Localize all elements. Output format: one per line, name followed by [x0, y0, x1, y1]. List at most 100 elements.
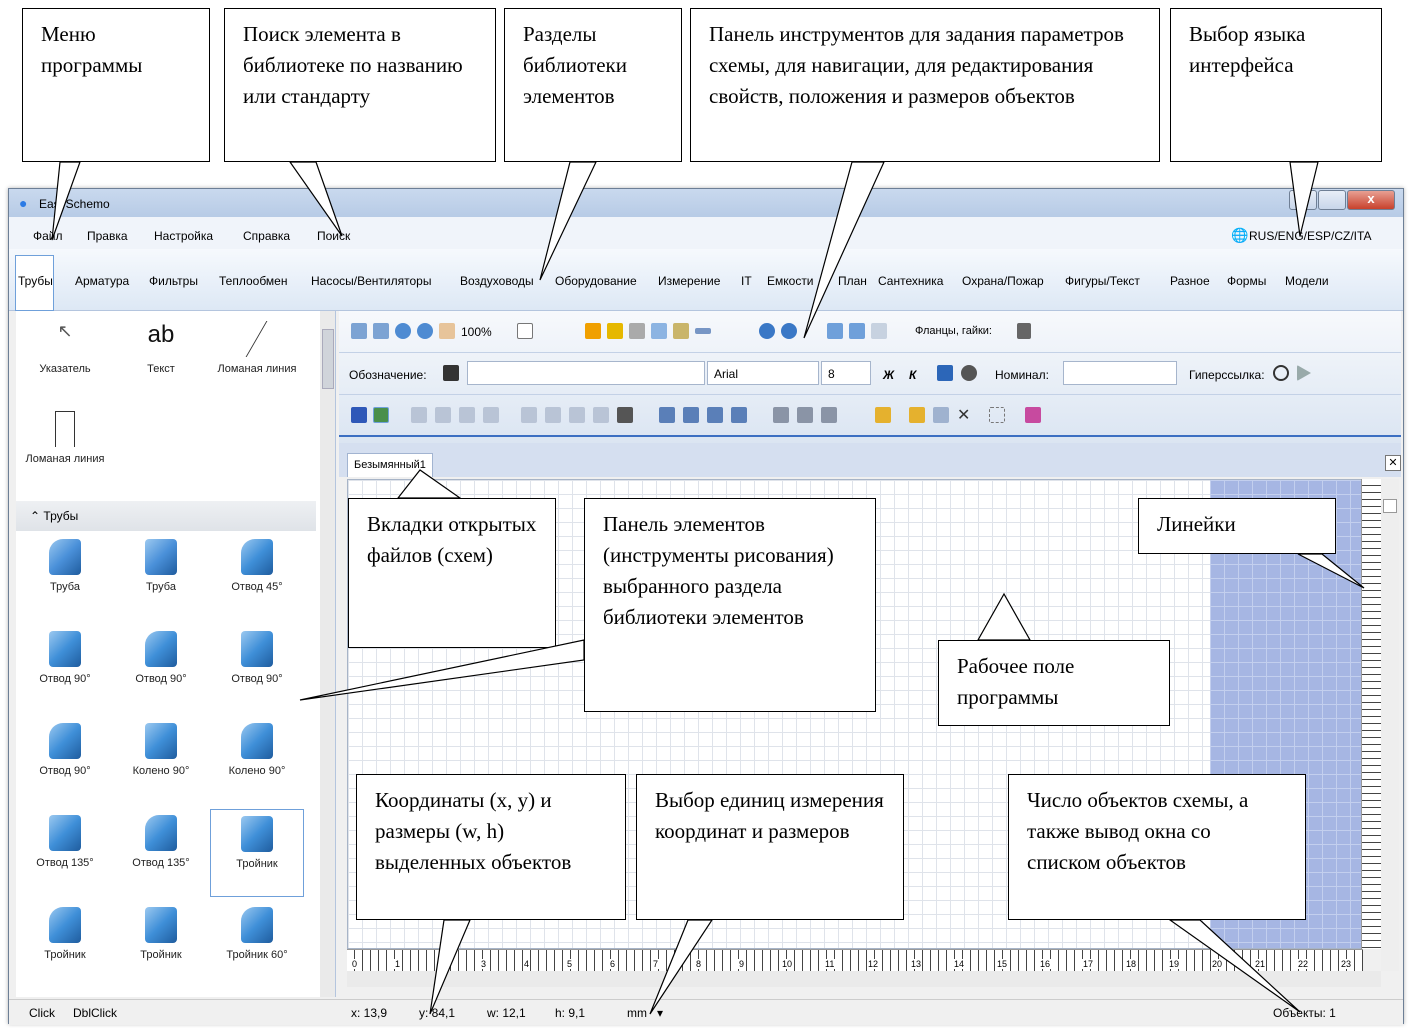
- group-header[interactable]: ⌃ Трубы: [16, 501, 316, 531]
- play-icon[interactable]: [1297, 365, 1311, 381]
- zoom-in-icon[interactable]: [395, 323, 411, 339]
- units-selector[interactable]: mm: [627, 1006, 647, 1020]
- select-icon[interactable]: [989, 407, 1005, 423]
- zoom-out-icon[interactable]: [417, 323, 433, 339]
- align-left-icon[interactable]: [411, 407, 427, 423]
- same-width-icon[interactable]: [569, 407, 585, 423]
- font-size-select[interactable]: 8: [821, 361, 871, 385]
- element-item[interactable]: Отвод 45°: [210, 539, 304, 593]
- delete-icon[interactable]: ✕: [957, 405, 973, 424]
- same-height-icon[interactable]: [593, 407, 609, 423]
- menu-settings[interactable]: Настройка: [154, 229, 213, 243]
- paste-format-icon[interactable]: [909, 407, 925, 423]
- menu-help[interactable]: Справка: [243, 229, 290, 243]
- line-style-icon[interactable]: [695, 328, 711, 334]
- font-select[interactable]: Arial: [707, 361, 819, 385]
- section-11[interactable]: Сантехника: [878, 274, 943, 288]
- link-icon[interactable]: [1273, 365, 1289, 381]
- section-10[interactable]: План: [838, 274, 867, 288]
- distribute-h-icon[interactable]: [521, 407, 537, 423]
- connect-icon[interactable]: [1025, 407, 1041, 423]
- angle-icon[interactable]: [871, 323, 887, 339]
- snap-grid-icon[interactable]: [373, 407, 389, 423]
- tool-text[interactable]: ab Текст: [114, 321, 208, 375]
- grid-icon[interactable]: [351, 407, 367, 423]
- element-item[interactable]: Тройник: [210, 809, 304, 897]
- flip-v-icon[interactable]: [849, 323, 865, 339]
- zoom-region-icon[interactable]: [373, 323, 389, 339]
- language-selector[interactable]: RUS/ENG/ESP/CZ/ITA: [1249, 229, 1371, 243]
- element-item[interactable]: Труба: [18, 539, 112, 593]
- line-color-icon[interactable]: [607, 323, 623, 339]
- tab-file-1[interactable]: Безымянный1: [347, 453, 433, 477]
- section-12[interactable]: Охрана/Пожар: [962, 274, 1044, 288]
- close-button[interactable]: x: [1347, 190, 1395, 210]
- zoom-fit-icon[interactable]: [351, 323, 367, 339]
- canvas-vertical-scrollbar[interactable]: [1381, 479, 1399, 971]
- section-13[interactable]: Фигуры/Текст: [1065, 274, 1140, 288]
- tool-pointer[interactable]: ↖ Указатель: [18, 321, 112, 375]
- rotate-left-icon[interactable]: [759, 323, 775, 339]
- flange-icon[interactable]: [1017, 323, 1031, 339]
- distribute-v-icon[interactable]: [545, 407, 561, 423]
- bring-front-icon[interactable]: [659, 407, 675, 423]
- element-item[interactable]: Тройник: [18, 907, 112, 961]
- menu-search[interactable]: Поиск: [317, 229, 350, 243]
- numbering-icon[interactable]: [937, 365, 953, 381]
- same-size-icon[interactable]: [617, 407, 633, 423]
- zoom-level[interactable]: 100%: [461, 325, 492, 339]
- section-14[interactable]: Разное: [1170, 274, 1210, 288]
- hand-icon[interactable]: [439, 323, 455, 339]
- element-item[interactable]: Отвод 135°: [114, 815, 208, 869]
- tool-polyline[interactable]: Ломаная линия: [210, 321, 304, 375]
- page-icon[interactable]: [517, 323, 533, 339]
- nominal-input[interactable]: [1063, 361, 1177, 385]
- lock-icon[interactable]: [875, 407, 891, 423]
- section-16[interactable]: Модели: [1285, 274, 1329, 288]
- element-item[interactable]: Труба: [114, 539, 208, 593]
- element-item[interactable]: Колено 90°: [210, 723, 304, 777]
- section-15[interactable]: Формы: [1227, 274, 1266, 288]
- close-tab-icon[interactable]: ✕: [1385, 455, 1401, 471]
- hash-icon[interactable]: [797, 407, 813, 423]
- section-1[interactable]: Арматура: [75, 274, 129, 288]
- menu-file[interactable]: Файл: [33, 229, 63, 243]
- designation-icon[interactable]: [443, 365, 459, 381]
- canvas-horizontal-scrollbar[interactable]: [347, 971, 1381, 987]
- group-icon[interactable]: [821, 407, 837, 423]
- designation-input[interactable]: [467, 361, 705, 385]
- element-item[interactable]: Отвод 90°: [210, 631, 304, 685]
- italic-button[interactable]: К: [909, 368, 916, 382]
- element-item[interactable]: Тройник: [114, 907, 208, 961]
- section-2[interactable]: Фильтры: [149, 274, 198, 288]
- copy-icon[interactable]: [933, 407, 949, 423]
- flip-h-icon[interactable]: [827, 323, 843, 339]
- panel-scrollbar[interactable]: [320, 311, 335, 997]
- maximize-button[interactable]: [1318, 190, 1346, 210]
- fill-icon[interactable]: [585, 323, 601, 339]
- align-bottom-icon[interactable]: [483, 407, 499, 423]
- element-item[interactable]: Отвод 90°: [18, 723, 112, 777]
- objects-count[interactable]: Объекты: 1: [1273, 1006, 1336, 1020]
- element-item[interactable]: Колено 90°: [114, 723, 208, 777]
- tool-polyline-ortho[interactable]: Ломаная линия: [18, 411, 112, 465]
- section-7[interactable]: Измерение: [658, 274, 720, 288]
- shadow-icon[interactable]: [651, 323, 667, 339]
- anchor-icon[interactable]: [773, 407, 789, 423]
- rotate-right-icon[interactable]: [781, 323, 797, 339]
- section-6[interactable]: Оборудование: [555, 274, 637, 288]
- menu-edit[interactable]: Правка: [87, 229, 128, 243]
- section-9[interactable]: Емкости: [767, 274, 814, 288]
- settings-icon[interactable]: [961, 365, 977, 381]
- forward-icon[interactable]: [707, 407, 723, 423]
- backward-icon[interactable]: [731, 407, 747, 423]
- element-item[interactable]: Отвод 90°: [18, 631, 112, 685]
- section-8[interactable]: IT: [741, 274, 752, 288]
- minimize-button[interactable]: [1289, 190, 1317, 210]
- section-0[interactable]: Трубы: [15, 255, 54, 311]
- panel-scroll-thumb[interactable]: [322, 329, 334, 389]
- section-5[interactable]: Воздуховоды: [460, 274, 534, 288]
- align-top-icon[interactable]: [459, 407, 475, 423]
- element-item[interactable]: Отвод 135°: [18, 815, 112, 869]
- properties-icon[interactable]: [673, 323, 689, 339]
